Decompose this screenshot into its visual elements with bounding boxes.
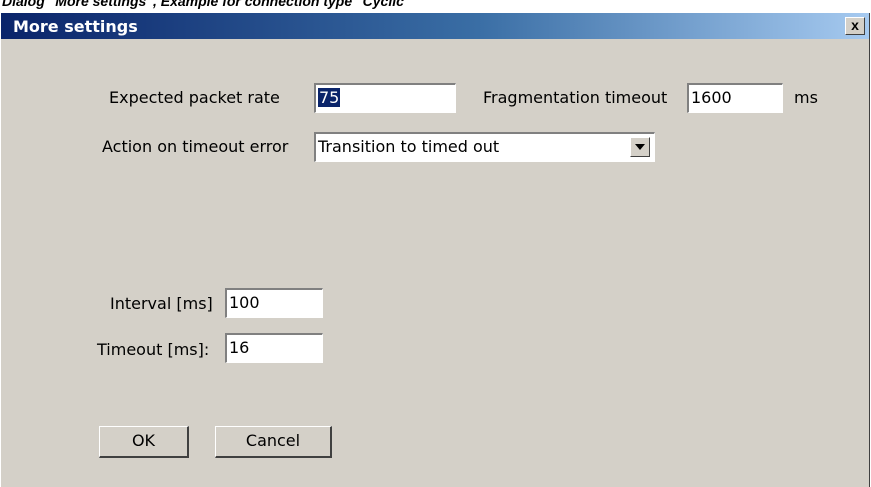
fragmentation-timeout-value: 1600 — [691, 88, 732, 107]
timeout-action-selected: Transition to timed out — [318, 137, 500, 156]
packet-rate-input[interactable]: 75 — [314, 83, 456, 113]
timeout-input[interactable]: 16 — [225, 333, 323, 363]
chevron-down-icon[interactable] — [630, 137, 650, 157]
interval-value: 100 — [229, 293, 260, 312]
timeout-action-select[interactable]: Transition to timed out — [314, 132, 655, 162]
more-settings-dialog: More settings x Expected packet rate 75 … — [0, 13, 870, 487]
timeout-value: 16 — [229, 338, 250, 357]
interval-input[interactable]: 100 — [225, 288, 323, 318]
title-bar[interactable]: More settings x — [1, 13, 869, 39]
fragmentation-unit-label: ms — [794, 88, 818, 107]
fragmentation-timeout-label: Fragmentation timeout — [483, 88, 668, 107]
close-button[interactable]: x — [845, 17, 865, 35]
figure-caption: Dialog "More settings", Example for conn… — [2, 0, 411, 9]
timeout-label: Timeout [ms]: — [97, 340, 210, 359]
close-icon: x — [851, 17, 859, 33]
interval-label: Interval [ms] — [110, 294, 213, 313]
packet-rate-value: 75 — [318, 88, 341, 107]
ok-button[interactable]: OK — [99, 426, 189, 458]
packet-rate-label: Expected packet rate — [109, 88, 280, 107]
cancel-button[interactable]: Cancel — [215, 426, 332, 458]
window-title: More settings — [13, 17, 138, 36]
fragmentation-timeout-input[interactable]: 1600 — [687, 83, 783, 113]
timeout-action-label: Action on timeout error — [102, 137, 289, 156]
